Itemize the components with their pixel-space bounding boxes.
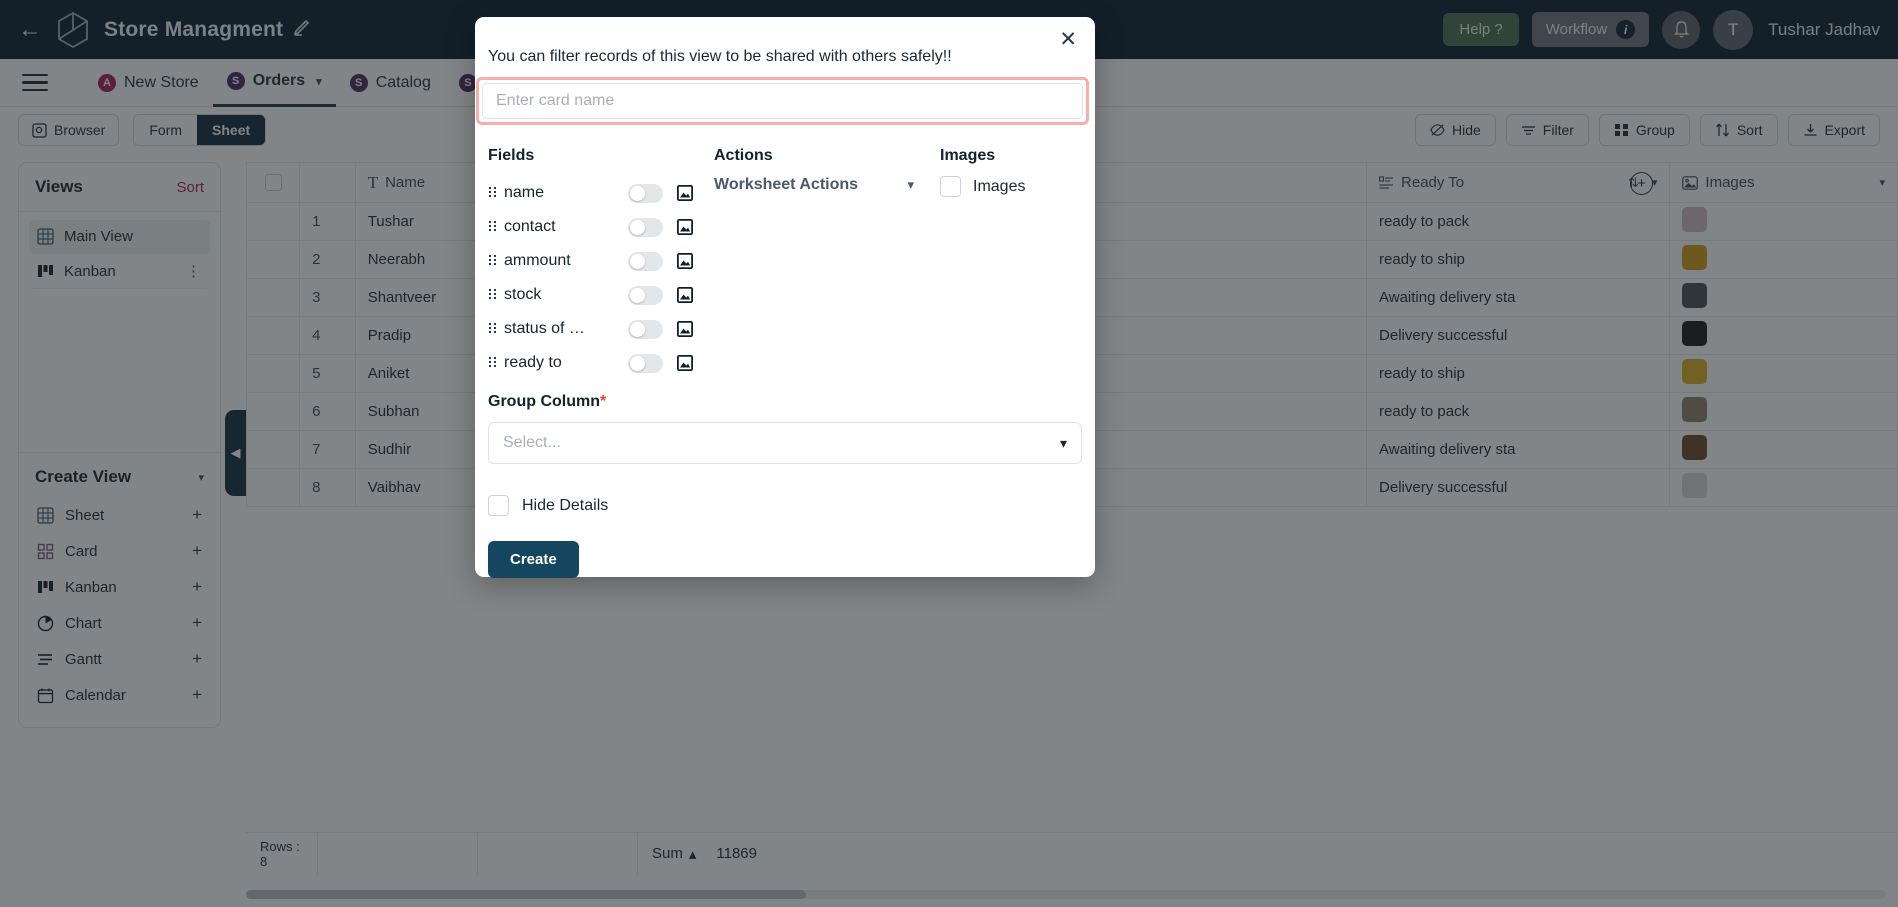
field-label: name [504,184,545,201]
drag-handle-icon[interactable] [488,355,501,371]
image-icon[interactable] [676,354,693,371]
images-checkbox-label: Images [973,177,1026,195]
modal-description: You can filter records of this view to b… [488,48,952,65]
close-icon[interactable]: ✕ [1059,29,1077,50]
field-toggle[interactable] [628,353,663,373]
chevron-down-icon[interactable]: ▾ [907,177,914,193]
drag-handle-icon[interactable] [488,253,501,269]
drag-handle-icon[interactable] [488,185,501,201]
create-card-view-modal: ✕ You can filter records of this view to… [475,17,1095,578]
group-column-label: Group Column* [488,393,606,411]
field-label: contact [504,218,556,235]
field-row: stock [488,278,714,312]
card-name-input[interactable] [482,83,1083,119]
field-row: ammount [488,244,714,278]
image-icon[interactable] [676,218,693,235]
group-column-select[interactable]: Select... ▾ [488,422,1082,464]
chevron-down-icon[interactable]: ▾ [1060,435,1067,452]
hide-details-row[interactable]: Hide Details [488,495,608,516]
create-button[interactable]: Create [488,541,579,578]
field-row: status of … [488,312,714,346]
field-row: contact [488,210,714,244]
drag-handle-icon[interactable] [488,287,501,303]
field-toggle[interactable] [628,319,663,339]
app-root: ← Store Managment Help ? Workflow i T Tu… [0,0,1898,907]
fields-list: name contact ammount stock status of … ready … [488,176,714,380]
images-section: Images Images [940,147,1080,380]
field-row: name [488,176,714,210]
hide-details-checkbox[interactable] [488,495,509,516]
actions-title: Actions [714,147,773,164]
modal-columns: Fields name contact ammount stock status of … [488,147,1082,380]
images-title: Images [940,147,996,164]
field-toggle[interactable] [628,183,663,203]
field-label: stock [504,286,542,303]
group-column-text: Group Column [488,393,600,410]
image-icon[interactable] [676,320,693,337]
field-toggle[interactable] [628,217,663,237]
field-label: ammount [504,252,571,269]
image-icon[interactable] [676,184,693,201]
card-name-highlight-ring [476,77,1089,125]
field-toggle[interactable] [628,285,663,305]
group-column-placeholder: Select... [503,434,561,451]
worksheet-actions-label: Worksheet Actions [714,176,859,193]
field-label: ready to [504,354,562,371]
hide-details-label: Hide Details [522,496,609,514]
images-checkbox-row[interactable]: Images [940,176,1080,197]
images-checkbox[interactable] [940,176,961,197]
actions-section: Actions Worksheet Actions ▾ [714,147,940,380]
drag-handle-icon[interactable] [488,219,501,235]
image-icon[interactable] [676,252,693,269]
fields-section: Fields name contact ammount stock status of … [488,147,714,380]
field-label: status of … [504,320,585,337]
drag-handle-icon[interactable] [488,321,501,337]
worksheet-actions-select[interactable]: Worksheet Actions ▾ [714,176,914,194]
field-row: ready to [488,346,714,380]
required-asterisk: * [599,393,607,410]
field-toggle[interactable] [628,251,663,271]
fields-title: Fields [488,147,535,164]
image-icon[interactable] [676,286,693,303]
